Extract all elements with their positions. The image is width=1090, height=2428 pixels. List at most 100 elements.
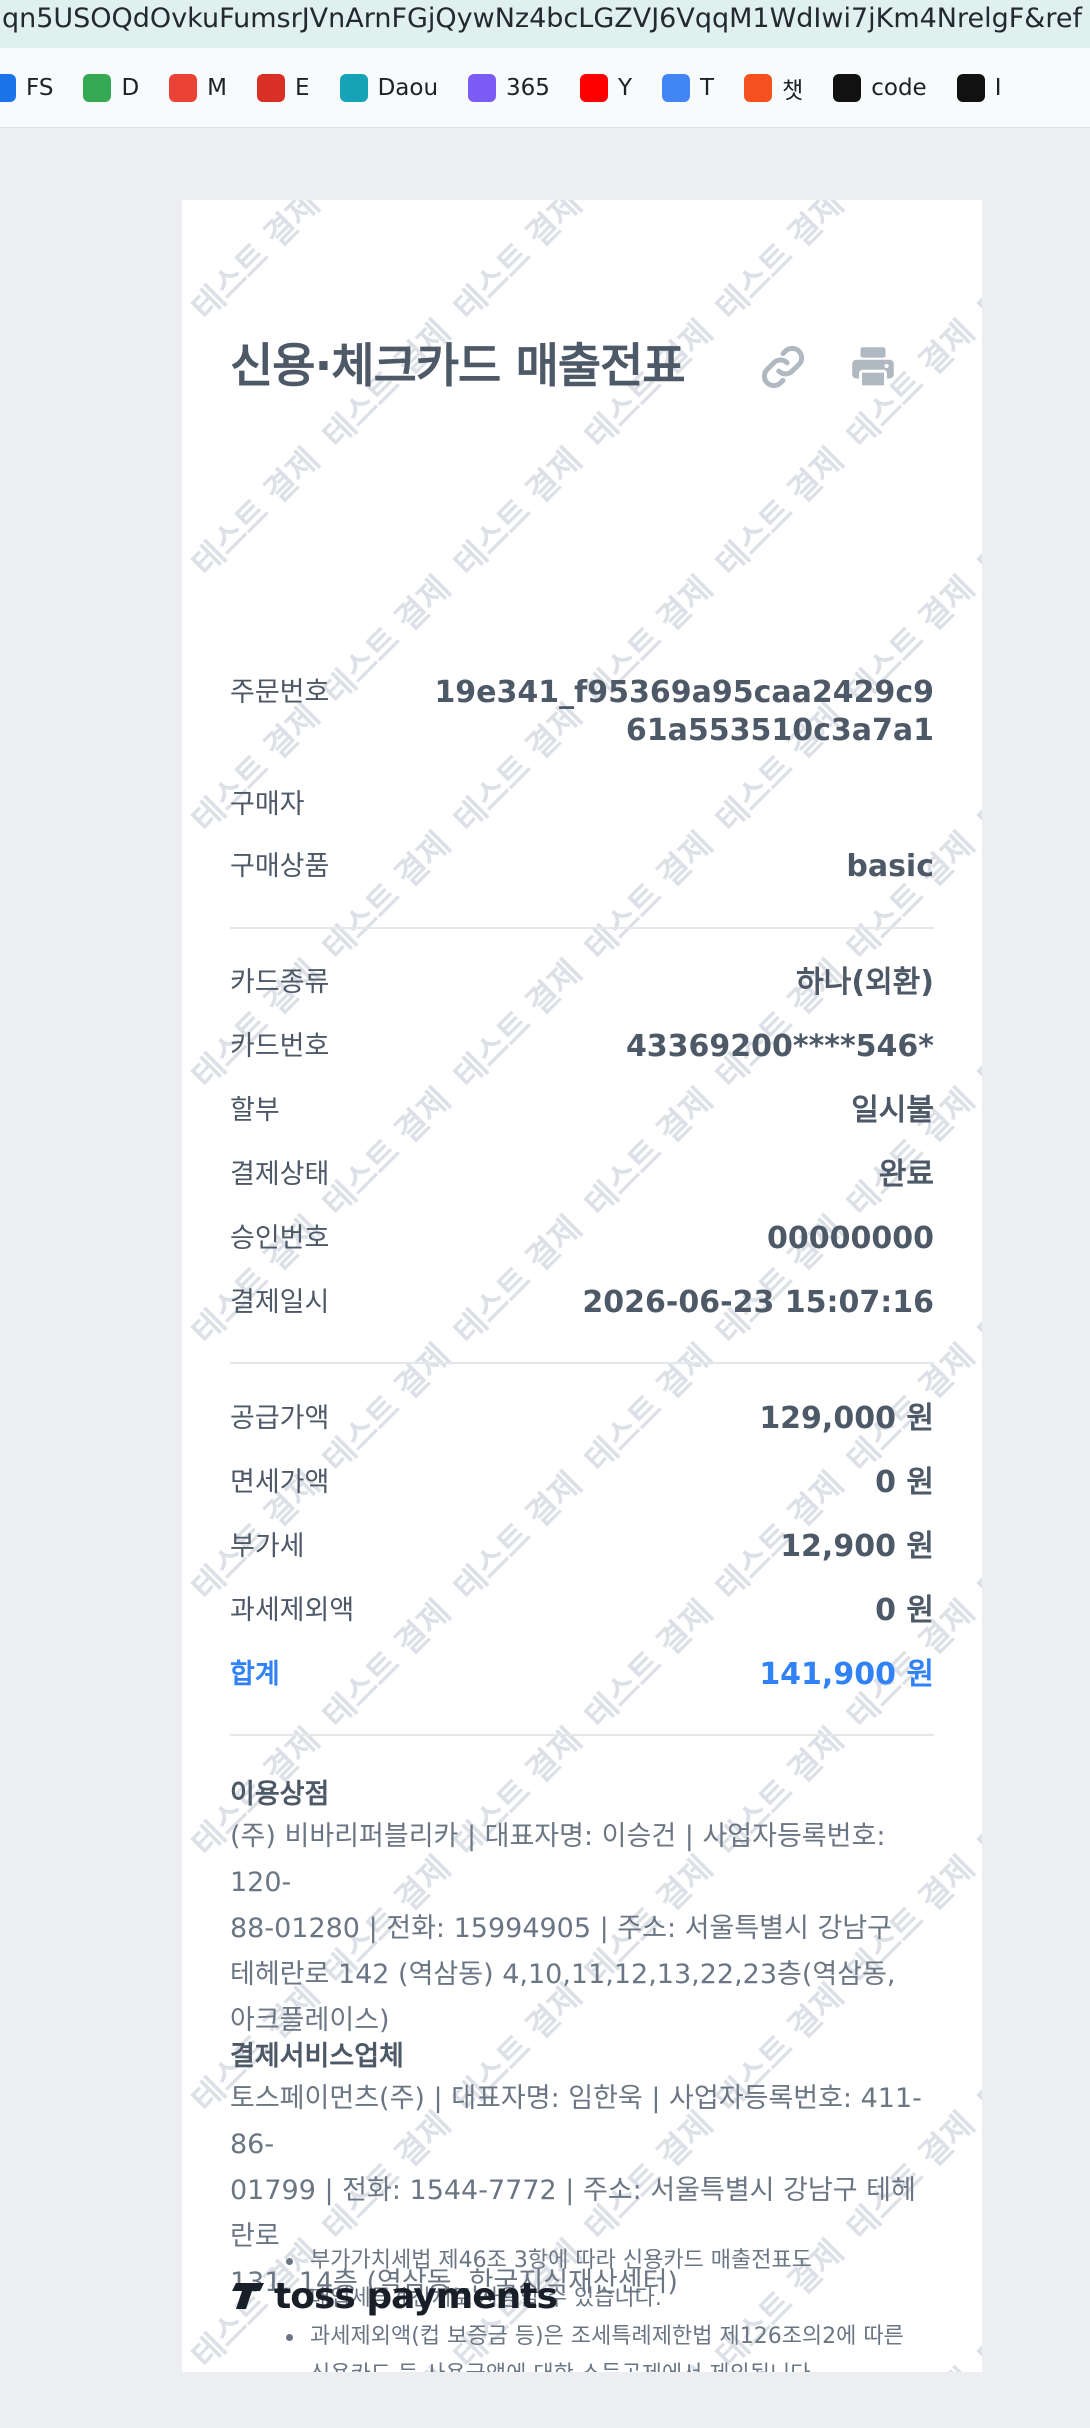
card-type-row: 카드종류 하나(외환)	[230, 964, 934, 1002]
bookmark-item[interactable]: 챗	[730, 60, 819, 116]
payment-status-label: 결제상태	[230, 1159, 330, 1190]
note-line: 과세제외액(컵 보증금 등)은 조세특례제한법 제126조의2에 따른	[310, 2324, 904, 2349]
watermark-text: 테스트 결제	[969, 1976, 982, 2120]
bookmark-item[interactable]: M	[155, 60, 243, 116]
tax-exempt-label: 과세제외액	[230, 1595, 355, 1626]
note-line: 신용카드 등 사용금액에 대한 소득공제에서 제외됩니다.	[310, 2356, 924, 2372]
bookmark-label: I	[994, 74, 1002, 101]
bookmark-label: T	[700, 74, 715, 101]
product-value: basic	[846, 849, 934, 884]
vat-row: 부가세 12,900 원	[230, 1528, 934, 1566]
bookmark-item[interactable]: FS	[0, 60, 69, 116]
fs-icon	[0, 73, 16, 102]
approval-number-label: 승인번호	[230, 1223, 330, 1254]
teacup-icon	[83, 73, 112, 102]
payment-status-row: 결제상태 완료	[230, 1156, 934, 1194]
pg-info-line: 토스페이먼츠(주) | 대표자명: 임한욱 | 사업자등록번호: 411-86-	[230, 2083, 922, 2160]
watermark-text: 테스트 결제	[576, 824, 720, 968]
watermark-text: 테스트 결제	[969, 952, 982, 1096]
bookmark-item[interactable]: D	[69, 60, 155, 116]
approval-number-row: 승인번호 00000000	[230, 1220, 934, 1258]
bookmark-item[interactable]: T	[648, 60, 730, 116]
total-row: 합계 141,900 원	[230, 1656, 934, 1694]
installment-label: 할부	[230, 1095, 280, 1126]
divider	[230, 1362, 934, 1364]
toss-payments-logo: toss payments	[230, 2274, 558, 2318]
logo-text: toss payments	[274, 2275, 558, 2317]
watermark-text: 테스트 결제	[314, 824, 458, 968]
merchant-info-line: 테헤란로 142 (역삼동) 4,10,11,12,13,22,23층(역삼동,	[230, 1959, 896, 1990]
vat-value: 12,900 원	[780, 1529, 934, 1564]
notion-icon	[956, 73, 985, 102]
bookmark-item[interactable]: code	[819, 60, 942, 116]
toss-logo-icon	[232, 2283, 264, 2309]
tax-exempt-value: 0 원	[875, 1593, 934, 1628]
note-item: 과세제외액(컵 보증금 등)은 조세특례제한법 제126조의2에 따른 신용카드…	[284, 2318, 924, 2372]
watermark-text: 테스트 결제	[445, 440, 589, 584]
watermark-text: 테스트 결제	[707, 440, 851, 584]
watermark-text: 테스트 결제	[969, 696, 982, 840]
daou-icon	[339, 73, 368, 102]
divider	[230, 1734, 934, 1736]
payment-datetime-row: 결제일시 2026-06-23 15:07:16	[230, 1284, 934, 1322]
watermark-text: 테스트 결제	[969, 1720, 982, 1864]
watermark-text: 테스트 결제	[969, 1208, 982, 1352]
tax-free-amount-row: 면세가액 0 원	[230, 1464, 934, 1502]
bookmark-item[interactable]: I	[943, 60, 1018, 116]
watermark-text: 테스트 결제	[969, 1464, 982, 1608]
link-icon[interactable]	[758, 342, 808, 392]
supply-amount-value: 129,000 원	[759, 1401, 934, 1436]
merchant-info-line: (주) 비바리퍼블리카 | 대표자명: 이승건 | 사업자등록번호: 120-	[230, 1821, 886, 1898]
installment-row: 할부 일시불	[230, 1092, 934, 1130]
address-bar[interactable]: Jqn5USOQdOvkuFumsrJVnArnFGjQywNz4bcLGZVJ…	[0, 0, 1090, 48]
translate-icon	[662, 73, 690, 102]
payment-datetime-value: 2026-06-23 15:07:16	[582, 1285, 934, 1320]
code-icon	[833, 73, 862, 102]
payment-datetime-label: 결제일시	[230, 1287, 330, 1318]
chat-icon	[744, 73, 773, 102]
watermark-text: 테스트 결제	[183, 440, 327, 584]
watermark-text: 테스트 결제	[183, 200, 327, 328]
bookmark-label: M	[207, 74, 228, 101]
receipt-card: 테스트 결제테스트 결제테스트 결제테스트 결제테스트 결제테스트 결제테스트 …	[182, 200, 982, 2372]
copilot-icon	[468, 73, 497, 102]
bookmark-label: E	[295, 74, 310, 101]
payment-status-value: 완료	[878, 1157, 934, 1192]
bookmark-label: D	[121, 74, 140, 101]
supply-amount-label: 공급가액	[230, 1403, 330, 1434]
bookmark-label: Daou	[377, 74, 439, 101]
bookmark-label: FS	[26, 74, 54, 101]
vat-label: 부가세	[230, 1531, 305, 1562]
watermark-text: 테스트 결제	[445, 200, 589, 328]
tax-free-amount-label: 면세가액	[230, 1467, 330, 1498]
tax-free-amount-value: 0 원	[875, 1465, 934, 1500]
maps-pin-icon	[169, 73, 198, 102]
bookmark-label: Y	[617, 74, 632, 101]
order-number-row: 주문번호 19e341_f95369a95caa2429c961a553510c…	[230, 674, 934, 750]
watermark-text: 테스트 결제	[969, 200, 982, 328]
merchant-info-line: 88-01280 | 전화: 15994905 | 주소: 서울특별시 강남구	[230, 1913, 892, 1944]
card-number-row: 카드번호 43369200****546*	[230, 1028, 934, 1066]
supply-amount-row: 공급가액 129,000 원	[230, 1400, 934, 1438]
approval-number-value: 00000000	[767, 1221, 934, 1256]
total-label: 합계	[230, 1659, 280, 1690]
gmail-icon	[257, 73, 286, 102]
bookmark-item[interactable]: Daou	[326, 60, 454, 116]
bookmark-item[interactable]: Y	[566, 60, 648, 116]
installment-value: 일시불	[851, 1093, 934, 1128]
total-value: 141,900 원	[759, 1657, 934, 1692]
divider	[230, 927, 934, 929]
bookmark-label: 챗	[782, 77, 804, 104]
print-icon[interactable]	[848, 342, 898, 392]
card-type-value: 하나(외환)	[796, 965, 934, 1000]
bookmark-item[interactable]: E	[243, 60, 326, 116]
receipt-title: 신용·체크카드 매출전표	[230, 339, 686, 394]
receipt-header: 신용·체크카드 매출전표	[230, 332, 934, 402]
watermark-text: 테스트 결제	[969, 440, 982, 584]
bookmark-item[interactable]: 365	[454, 60, 566, 116]
card-type-label: 카드종류	[230, 967, 330, 998]
bookmark-label: 365	[506, 74, 550, 101]
youtube-icon	[579, 73, 608, 102]
bookmarks-bar: FS D M E Daou 365 Y T 챗 code I	[0, 48, 1090, 128]
buyer-label: 구매자	[230, 789, 305, 820]
